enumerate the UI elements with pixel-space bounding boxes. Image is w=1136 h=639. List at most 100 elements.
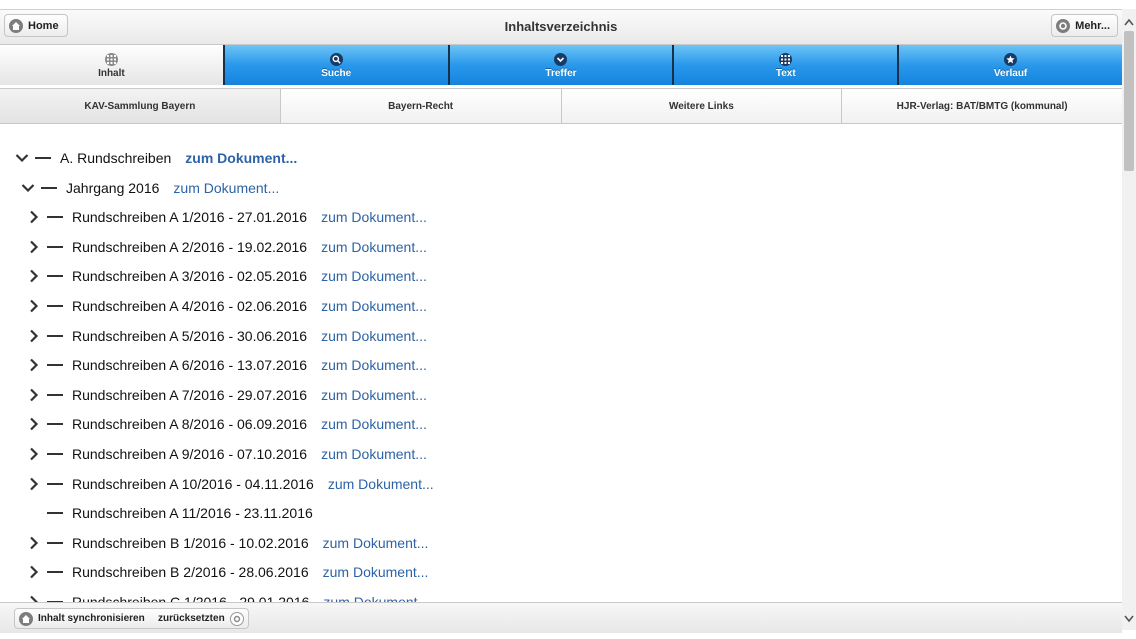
star-icon — [1004, 53, 1018, 66]
tree-node: Rundschreiben A 8/2016 - 06.09.2016 zum D… — [26, 413, 427, 435]
document-link[interactable]: zum Dokument... — [321, 268, 427, 284]
subtab-bayern-recht[interactable]: Bayern-Recht — [280, 89, 562, 123]
grid-icon — [779, 53, 793, 66]
chevron-right-icon[interactable] — [26, 328, 42, 344]
document-link[interactable]: zum Dokument... — [323, 535, 429, 551]
document-link[interactable]: zum Dokument... — [321, 387, 427, 403]
tree-node: Rundschreiben A 2/2016 - 19.02.2016 zum D… — [26, 236, 427, 258]
dash-icon — [47, 423, 63, 426]
subtab-weitere-links[interactable]: Weitere Links — [561, 89, 843, 123]
document-link[interactable]: zum Dokument... — [321, 328, 427, 344]
page-title: Inhaltsverzeichnis — [504, 19, 618, 34]
dash-icon — [47, 512, 63, 515]
tree-node-title[interactable]: Rundschreiben B 1/2016 - 10.02.2016 — [72, 535, 309, 551]
tab-label: Inhalt — [98, 68, 125, 79]
dash-icon — [35, 157, 51, 159]
chevron-right-icon[interactable] — [26, 476, 42, 492]
subtab-kav-sammlung[interactable]: KAV-Sammlung Bayern — [0, 89, 281, 123]
tree-node: Rundschreiben B 1/2016 - 10.02.2016 zum D… — [26, 532, 428, 554]
tree-node-title[interactable]: Rundschreiben A 11/2016 - 23.11.2016 — [72, 505, 313, 521]
top-toolbar: Home Inhaltsverzeichnis Mehr... — [0, 9, 1122, 45]
document-link[interactable]: zum Dokument... — [321, 357, 427, 373]
tab-text[interactable]: Text — [674, 45, 900, 85]
tree-node: Rundschreiben A 7/2016 - 29.07.2016 zum D… — [26, 384, 427, 406]
dash-icon — [47, 275, 63, 278]
dash-icon — [47, 482, 63, 485]
document-link[interactable]: zum Dokument... — [173, 180, 279, 196]
chevron-down-icon[interactable] — [14, 150, 30, 166]
tree-node: Rundschreiben A 9/2016 - 07.10.2016 zum D… — [26, 443, 427, 465]
tree-node-title[interactable]: Rundschreiben A 5/2016 - 30.06.2016 — [72, 328, 307, 344]
tree-node-title[interactable]: Rundschreiben A 8/2016 - 06.09.2016 — [72, 416, 307, 432]
tree-node-title[interactable]: Rundschreiben A 1/2016 - 27.01.2016 — [72, 209, 307, 225]
tree-node-title[interactable]: Rundschreiben A 7/2016 - 29.07.2016 — [72, 387, 307, 403]
chevron-right-icon[interactable] — [26, 416, 42, 432]
tab-label: Text — [775, 68, 796, 79]
tree-node: A. Rundschreiben zum Dokument... — [14, 147, 297, 169]
chevron-right-icon[interactable] — [26, 594, 42, 602]
tab-suche[interactable]: Suche — [224, 45, 450, 85]
chevron-right-icon[interactable] — [26, 268, 42, 284]
document-link[interactable]: zum Dokument... — [328, 476, 434, 492]
document-link[interactable]: zum Dokument... — [323, 564, 429, 580]
tree-node: Rundschreiben A 1/2016 - 27.01.2016 zum D… — [26, 206, 427, 228]
tab-label: Treffer — [545, 68, 577, 79]
document-link[interactable]: zum Dokument... — [323, 594, 429, 602]
document-link[interactable]: zum Dokument... — [321, 416, 427, 432]
document-link[interactable]: zum Dokument... — [321, 239, 427, 255]
chevron-right-icon[interactable] — [26, 239, 42, 255]
chevron-right-icon[interactable] — [26, 209, 42, 225]
chevron-right-icon[interactable] — [26, 564, 42, 580]
tab-verlauf[interactable]: Verlauf — [899, 45, 1122, 85]
reset-label: zurücksetzten — [158, 613, 225, 624]
tree-node-title[interactable]: Jahrgang 2016 — [66, 180, 159, 196]
chevron-right-icon[interactable] — [26, 357, 42, 373]
scrollbar-thumb[interactable] — [1124, 31, 1134, 171]
tree-node: Rundschreiben C 1/2016 - 29.01.2016 zum D… — [26, 591, 429, 602]
tree-node-title[interactable]: A. Rundschreiben — [60, 150, 171, 166]
tree-node-title[interactable]: Rundschreiben A 4/2016 - 02.06.2016 — [72, 298, 307, 314]
dash-icon — [47, 571, 63, 574]
chevron-right-icon[interactable] — [26, 387, 42, 403]
chevron-right-icon[interactable] — [26, 535, 42, 551]
main-tab-bar: Inhalt Suche Treffer Text Verlauf — [0, 45, 1122, 85]
tree-node-title[interactable]: Rundschreiben A 3/2016 - 02.05.2016 — [72, 268, 307, 284]
tab-treffer[interactable]: Treffer — [449, 45, 675, 85]
tree-node: Rundschreiben A 11/2016 - 23.11.2016 — [26, 502, 327, 524]
tab-inhalt[interactable]: Inhalt — [0, 45, 225, 85]
tab-label: Verlauf — [993, 68, 1028, 79]
sync-icon — [19, 611, 33, 626]
tree-node-title[interactable]: Rundschreiben B 2/2016 - 28.06.2016 — [72, 564, 309, 580]
subtab-hjr-verlag[interactable]: HJR-Verlag: BAT/BMTG (kommunal) — [842, 89, 1122, 123]
tree-node-title[interactable]: Rundschreiben A 9/2016 - 07.10.2016 — [72, 446, 307, 462]
table-of-contents-tree: A. Rundschreiben zum Dokument... Jahrgang … — [0, 124, 1122, 602]
document-link[interactable]: zum Dokument... — [321, 298, 427, 314]
search-icon — [329, 53, 343, 66]
tree-node: Rundschreiben A 3/2016 - 02.05.2016 zum D… — [26, 265, 427, 287]
document-link[interactable]: zum Dokument... — [321, 446, 427, 462]
chevron-right-icon[interactable] — [26, 446, 42, 462]
grid-icon — [104, 53, 118, 66]
tree-node-title[interactable]: Rundschreiben A 10/2016 - 04.11.2016 — [72, 476, 314, 492]
tree-node-title[interactable]: Rundschreiben A 2/2016 - 19.02.2016 — [72, 239, 307, 255]
toggle-spacer — [26, 505, 42, 521]
sync-content-button[interactable]: Inhalt synchronisieren — [14, 608, 154, 629]
more-button[interactable]: Mehr... — [1051, 14, 1118, 37]
settings-icon — [1056, 18, 1071, 33]
document-link[interactable]: zum Dokument... — [185, 150, 297, 166]
collection-tab-bar: KAV-Sammlung Bayern Bayern-Recht Weitere… — [0, 88, 1122, 124]
scroll-down-arrow-icon[interactable] — [1122, 612, 1136, 626]
tree-node: Rundschreiben A 10/2016 - 04.11.2016 zum … — [26, 473, 434, 495]
chevron-right-icon[interactable] — [26, 298, 42, 314]
tab-label: Suche — [321, 68, 352, 79]
tree-node-title[interactable]: Rundschreiben A 6/2016 - 13.07.2016 — [72, 357, 307, 373]
document-link[interactable]: zum Dokument... — [321, 209, 427, 225]
more-label: Mehr... — [1075, 19, 1110, 32]
vertical-scrollbar[interactable] — [1122, 9, 1136, 630]
scroll-up-arrow-icon[interactable] — [1122, 15, 1136, 29]
reset-button[interactable]: zurücksetzten — [150, 608, 249, 629]
dash-icon — [47, 541, 63, 544]
tree-node-title[interactable]: Rundschreiben C 1/2016 - 29.01.2016 — [72, 594, 309, 602]
chevron-down-icon[interactable] — [20, 180, 36, 196]
window-bottom-edge — [0, 633, 1136, 639]
